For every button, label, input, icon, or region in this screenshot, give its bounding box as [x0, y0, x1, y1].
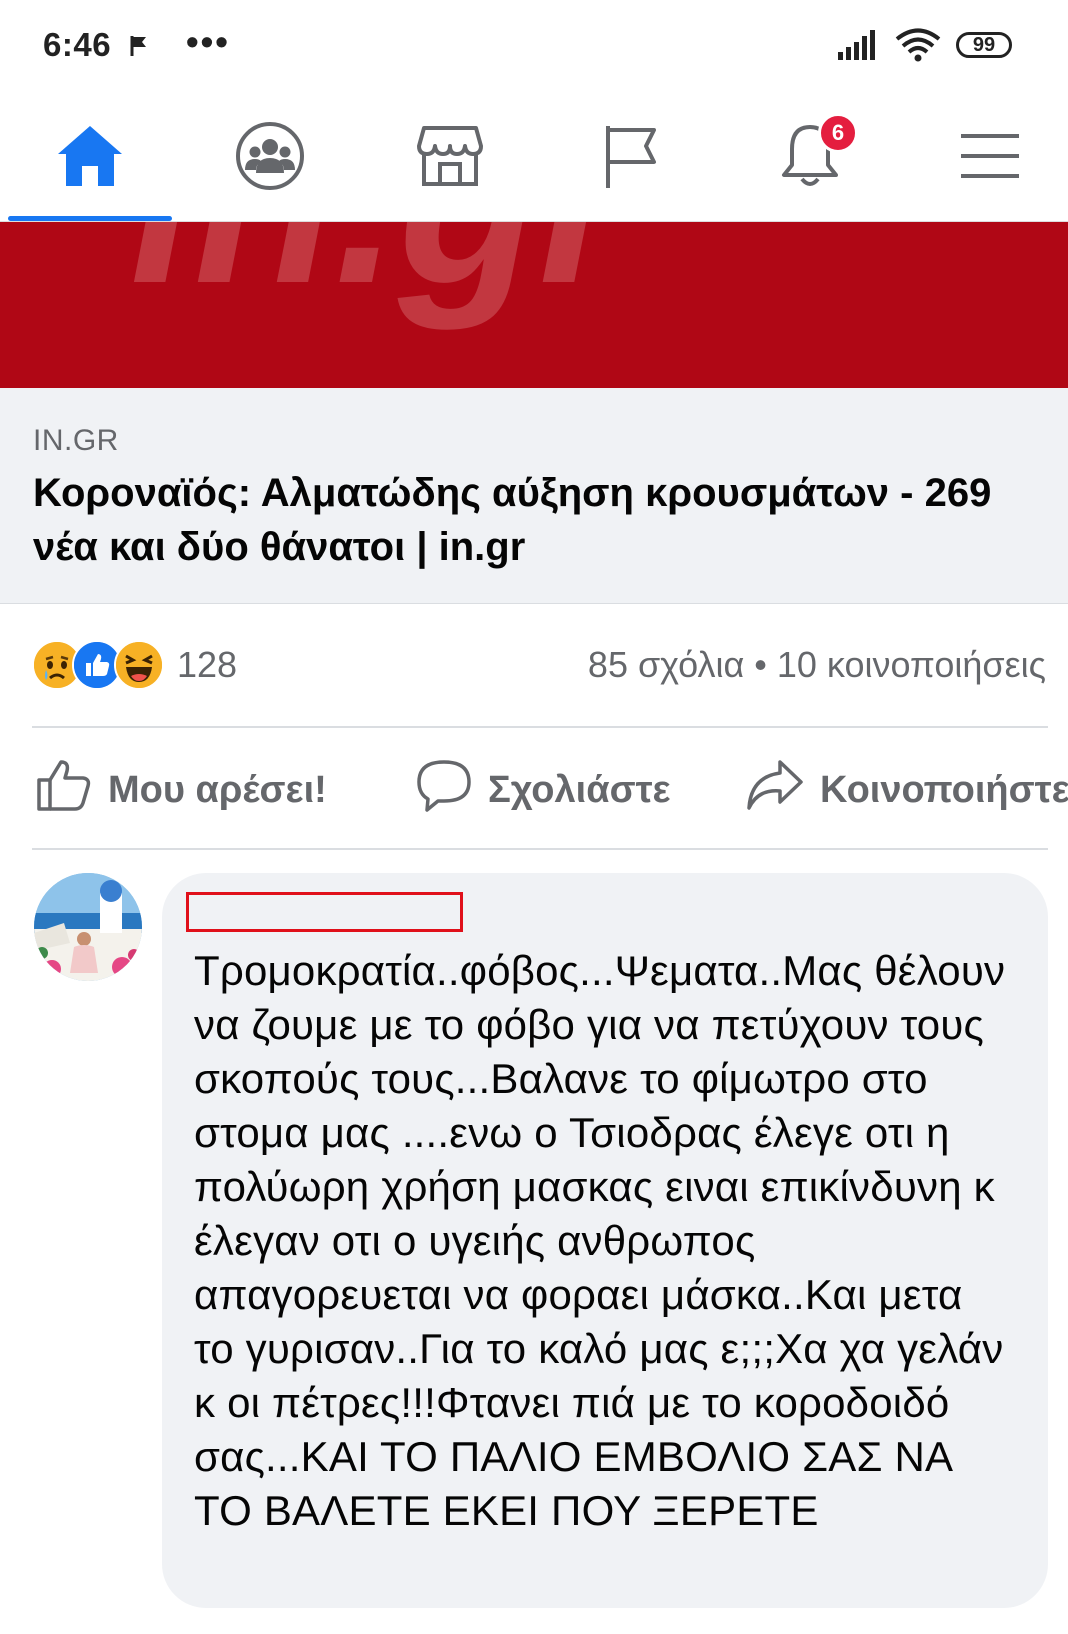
flag-icon — [600, 122, 660, 195]
notification-badge: 6 — [818, 113, 858, 153]
hamburger-menu-icon — [959, 130, 1021, 187]
comment-label: Σχολιάστε — [488, 768, 671, 811]
tab-groups[interactable] — [185, 95, 355, 222]
tab-notifications[interactable] — [725, 95, 895, 222]
thumbs-up-icon — [36, 758, 108, 822]
tab-marketplace[interactable] — [365, 95, 535, 222]
signal-icon — [838, 30, 882, 65]
comment-text: Τρομοκρατία..φόβος...Ψεματα..Μας θέλουν … — [194, 947, 1006, 1534]
overflow-dots: ••• — [186, 21, 230, 62]
like-button[interactable]: Μου αρέσει! — [36, 760, 327, 820]
top-navigation: 6 — [0, 95, 1068, 222]
home-icon — [56, 124, 124, 193]
link-domain: IN.GR — [33, 424, 119, 457]
status-bar: 6:46 ••• 99 — [0, 0, 1068, 95]
like-label: Μου αρέσει! — [108, 768, 327, 811]
share-label: Κοινοποιήστε — [820, 768, 1068, 811]
tab-pages[interactable] — [545, 95, 715, 222]
link-preview[interactable]: IN.GR Κοροναϊός: Αλματώδης αύξηση κρουσμ… — [0, 388, 1068, 604]
redacted-author-name[interactable] — [186, 892, 463, 932]
active-tab-indicator — [8, 216, 172, 221]
comment-button[interactable]: Σχολιάστε — [416, 760, 671, 820]
battery-icon: 99 — [956, 32, 1016, 60]
haha-reaction-icon — [114, 640, 164, 690]
svg-text:in.gr: in.gr — [130, 222, 639, 331]
notification-flag-icon — [128, 34, 150, 63]
marketplace-icon — [416, 124, 484, 193]
link-title[interactable]: Κοροναϊός: Αλματώδης αύξηση κρουσμάτων -… — [33, 466, 1043, 574]
avatar[interactable] — [34, 873, 142, 981]
divider — [32, 726, 1048, 728]
reaction-count: 128 — [177, 644, 238, 685]
battery-level: 99 — [972, 34, 996, 56]
wifi-icon — [895, 28, 941, 67]
groups-icon — [235, 121, 305, 196]
tab-home[interactable] — [5, 95, 175, 222]
link-preview-image[interactable]: in.gr — [0, 222, 1068, 388]
divider — [32, 848, 1048, 850]
comments-shares-count[interactable]: 85 σχόλια • 10 κοινοποιήσεις — [588, 644, 1046, 686]
comment-bubble-icon — [416, 758, 488, 822]
in-gr-logo-watermark: in.gr — [130, 222, 639, 331]
share-button[interactable]: Κοινοποιήστε — [746, 760, 1068, 820]
share-arrow-icon — [746, 758, 820, 822]
clock: 6:46 — [43, 26, 112, 63]
tab-menu[interactable] — [905, 95, 1068, 222]
